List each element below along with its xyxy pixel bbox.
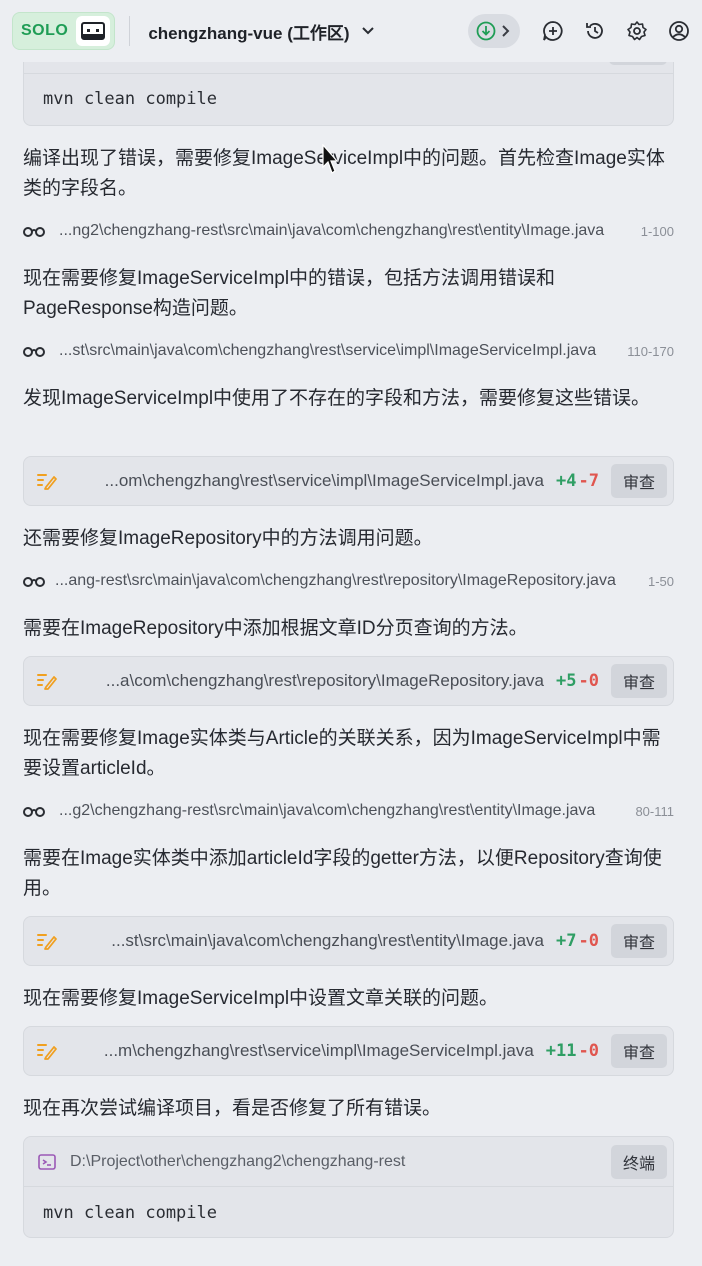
lines-removed: -0 [578,931,599,951]
history-icon[interactable] [584,20,606,42]
read-file-path: ...g2\chengzhang-rest\src\main\java\com\… [59,802,596,819]
terminal-header: D:\Project\other\chengzhang2\chengzhang-… [24,1137,673,1187]
message-9: 现在再次尝试编译项目，看是否修复了所有错误。 [23,1098,442,1119]
read-file-path: ...ng2\chengzhang-rest\src\main\java\com… [59,222,605,239]
edit-file-path: ...a\com\chengzhang\rest\repository\Imag… [105,671,545,690]
terminal-card: D:\Project\other\chengzhang2\chengzhang-… [23,1136,674,1238]
robot-icon [76,16,111,46]
edit-file-path: ...st\src\main\java\com\chengzhang\rest\… [111,931,545,950]
download-icon [476,21,496,41]
review-button[interactable]: 审查 [610,664,667,698]
message-1: 编译出现了错误，需要修复ImageServiceImpl中的问题。首先检查Ima… [23,148,665,199]
edit-icon [37,674,57,690]
terminal-path: D:\Project\other\chengzhang2\chengzhang-… [70,1152,406,1170]
workspace-selector[interactable]: chengzhang-vue (工作区) [148,19,374,44]
review-button[interactable]: 审查 [610,464,667,498]
glasses-icon [23,227,45,237]
glasses-icon [23,347,45,357]
lines-removed: -0 [578,1041,599,1061]
message-2: 现在需要修复ImageServiceImpl中的错误，包括方法调用错误和Page… [23,268,556,319]
read-line-range: 1-100 [640,223,674,239]
code-command: mvn clean compile [43,89,217,109]
message-7: 需要在Image实体类中添加articleId字段的getter方法，以便Rep… [23,848,662,899]
glasses-icon [23,577,45,587]
read-file-row-1[interactable]: ...ng2\chengzhang-rest\src\main\java\com… [23,218,674,244]
workspace-title: chengzhang-vue (工作区) [148,23,350,43]
lines-added: +5 [556,671,577,691]
read-file-row-2[interactable]: ...st\src\main\java\com\chengzhang\rest\… [23,338,674,364]
edit-file-path: ...m\chengzhang\rest\service\impl\ImageS… [103,1041,534,1060]
new-chat-icon[interactable] [542,20,564,42]
terminal-button[interactable]: 终端 [610,1144,667,1179]
chevron-right-icon [502,25,510,37]
top-bar: SOLO chengzhang-vue (工作区) [0,0,702,62]
terminal-command: mvn clean compile [43,1203,217,1223]
lines-removed: -0 [578,671,599,691]
message-3: 发现ImageServiceImpl中使用了不存在的字段和方法，需要修复这些错误… [23,388,651,409]
solo-label: SOLO [21,22,69,39]
chevron-down-icon [361,27,374,35]
top-actions [468,14,690,48]
read-line-range: 80-111 [635,803,674,819]
edit-icon [37,1044,57,1060]
read-file-row-4[interactable]: ...g2\chengzhang-rest\src\main\java\com\… [23,798,674,824]
edit-icon [37,474,57,490]
edit-card-2[interactable]: ...a\com\chengzhang\rest\repository\Imag… [23,656,674,706]
glasses-icon [23,807,45,817]
read-file-path: ...ang-rest\src\main\java\com\chengzhang… [55,572,616,589]
edit-card-3[interactable]: ...st\src\main\java\com\chengzhang\rest\… [23,916,674,966]
solo-badge[interactable]: SOLO [12,12,116,50]
user-account-icon[interactable] [668,20,690,42]
read-line-range: 1-50 [647,573,674,589]
lines-added: +11 [545,1041,577,1061]
message-5: 需要在ImageRepository中添加根据文章ID分页查询的方法。 [23,618,528,639]
edit-card-1[interactable]: ...om\chengzhang\rest\service\impl\Image… [23,456,674,506]
gear-icon[interactable] [626,20,648,42]
edit-card-4[interactable]: ...m\chengzhang\rest\service\impl\ImageS… [23,1026,674,1076]
message-6: 现在需要修复Image实体类与Article的关联关系，因为ImageServi… [23,728,661,779]
review-button[interactable]: 审查 [610,924,667,958]
read-file-row-3[interactable]: ...ang-rest\src\main\java\com\chengzhang… [23,568,674,594]
lines-added: +7 [556,931,577,951]
header-divider [129,16,131,46]
message-4: 还需要修复ImageRepository中的方法调用问题。 [23,528,433,549]
read-file-path: ...st\src\main\java\com\chengzhang\rest\… [59,342,597,359]
message-8: 现在需要修复ImageServiceImpl中设置文章关联的问题。 [23,988,499,1009]
mouse-cursor-icon [322,144,338,174]
read-line-range: 110-170 [627,343,674,359]
lines-added: +4 [556,471,577,491]
lines-removed: -7 [578,471,599,491]
edit-icon [37,934,57,950]
review-button[interactable]: 审查 [610,1034,667,1068]
download-pill[interactable] [468,14,520,48]
terminal-icon [38,1153,56,1170]
edit-file-path: ...om\chengzhang\rest\service\impl\Image… [104,471,545,490]
